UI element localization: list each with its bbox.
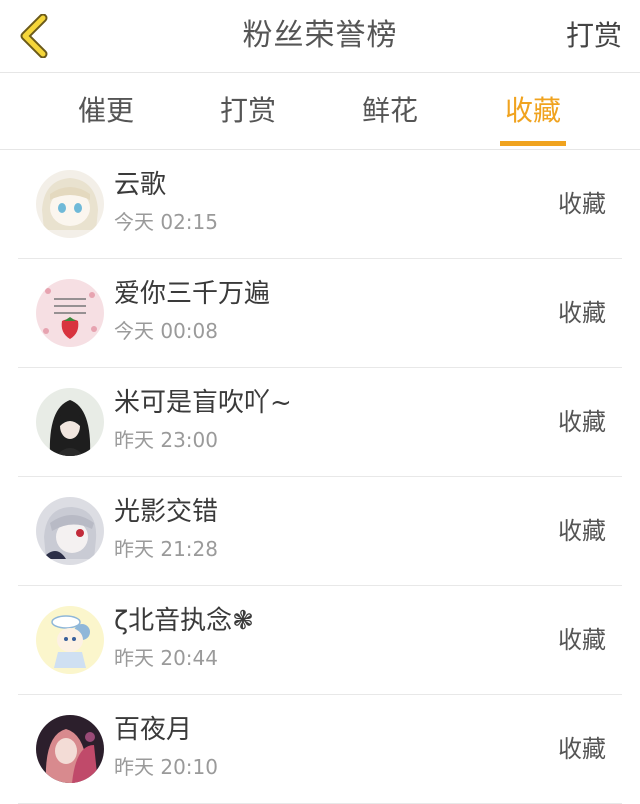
tab-label: 打赏 <box>219 94 276 127</box>
timestamp: 昨天 20:10 <box>114 755 218 779</box>
action-label: 收藏 <box>558 190 606 218</box>
list-item[interactable]: ζ北音执念❃ 昨天 20:44 收藏 <box>18 586 622 695</box>
fan-list: 云歌 今天 02:15 收藏 爱你三千万遍 今天 00:08 收藏 米可是盲吹吖… <box>0 150 640 804</box>
list-item[interactable]: 云歌 今天 02:15 收藏 <box>18 150 622 259</box>
list-item[interactable]: 米可是盲吹吖~ 昨天 23:00 收藏 <box>18 368 622 477</box>
action-label: 收藏 <box>558 517 606 545</box>
fan-name: 米可是盲吹吖~ <box>114 388 292 418</box>
avatar <box>36 170 104 238</box>
timestamp: 今天 02:15 <box>114 210 218 234</box>
timestamp: 今天 00:08 <box>114 319 218 343</box>
fan-name: 爱你三千万遍 <box>114 279 271 309</box>
page-title: 粉丝荣誉榜 <box>242 18 398 53</box>
action-label: 收藏 <box>558 735 606 763</box>
avatar <box>36 606 104 674</box>
tab-label: 催更 <box>77 94 134 127</box>
tab-label: 收藏 <box>504 94 561 127</box>
action-label: 收藏 <box>558 299 606 327</box>
timestamp: 昨天 21:28 <box>114 537 218 561</box>
avatar <box>36 388 104 456</box>
fan-name: 云歌 <box>114 170 167 200</box>
action-label: 收藏 <box>558 626 606 654</box>
action-label: 收藏 <box>558 408 606 436</box>
tab-urge[interactable]: 催更 <box>46 73 166 149</box>
timestamp: 昨天 23:00 <box>114 428 218 452</box>
active-tab-indicator <box>500 141 566 146</box>
avatar <box>36 497 104 565</box>
tab-label: 鲜花 <box>361 94 418 127</box>
list-item[interactable]: 百夜月 昨天 20:10 收藏 <box>18 695 622 804</box>
avatar <box>36 715 104 783</box>
tab-favorites[interactable]: 收藏 <box>473 73 593 149</box>
avatar <box>36 279 104 347</box>
timestamp: 昨天 20:44 <box>114 646 218 670</box>
list-item[interactable]: 光影交错 昨天 21:28 收藏 <box>18 477 622 586</box>
top-bar: 粉丝荣誉榜 打赏 <box>0 0 640 73</box>
fan-name: ζ北音执念❃ <box>114 606 254 636</box>
tip-button[interactable]: 打赏 <box>566 0 622 72</box>
tab-tip[interactable]: 打赏 <box>188 73 308 149</box>
tab-flowers[interactable]: 鲜花 <box>330 73 450 149</box>
fan-name: 光影交错 <box>114 497 219 527</box>
fan-name: 百夜月 <box>114 715 193 745</box>
tab-bar: 催更 打赏 鲜花 收藏 <box>0 73 640 150</box>
list-item[interactable]: 爱你三千万遍 今天 00:08 收藏 <box>18 259 622 368</box>
